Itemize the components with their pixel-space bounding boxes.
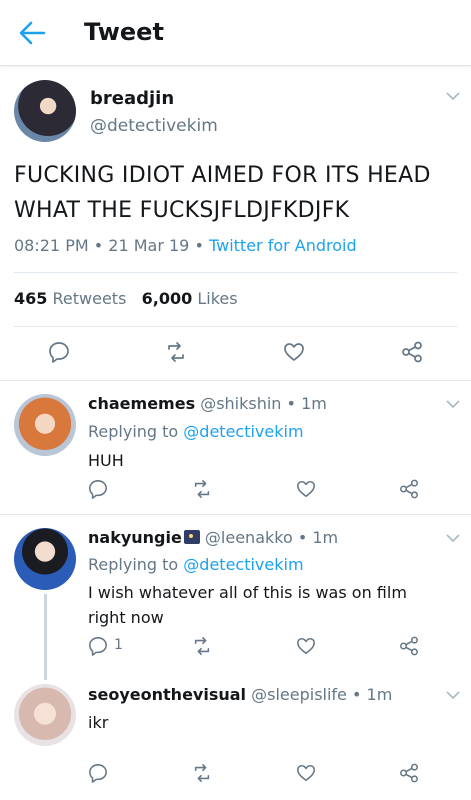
night-sky-emoji-icon [183,530,200,544]
retweet-icon [168,342,184,362]
divider [0,514,471,515]
chevron-down-icon[interactable] [446,400,460,409]
separator: • [352,685,362,704]
page-title: Tweet [84,18,164,46]
share-button[interactable] [399,763,419,783]
heart-icon [297,480,315,498]
tweet-stats: 465 Retweets 6,000 Likes [14,289,238,308]
user-handle[interactable]: @leenakko [205,528,293,547]
retweet-button[interactable] [165,341,187,363]
separator: • [286,394,296,413]
tweet-text: FUCKING IDIOT AIMED FOR ITS HEAD WHAT TH… [14,163,431,223]
divider [0,380,471,381]
chevron-down-icon[interactable] [446,92,460,101]
retweets-count[interactable]: 465 [14,289,47,308]
avatar[interactable] [14,80,76,142]
separator: • [297,528,308,547]
reply-text: HUH [88,451,124,470]
display-name[interactable]: nakyungie [88,528,182,547]
avatar[interactable] [14,684,76,746]
likes-count[interactable]: 6,000 [142,289,193,308]
display-name[interactable]: chaememes [88,394,195,413]
display-name[interactable]: breadjin [90,88,174,109]
reply-button[interactable] [88,636,108,656]
chevron-down-icon[interactable] [446,691,460,700]
retweet-button[interactable] [192,636,212,656]
reply-time: 1m [312,528,339,547]
replying-to-link[interactable]: @detectivekim [183,555,303,574]
avatar[interactable] [14,394,76,456]
tweet-meta: 08:21 PM • 21 Mar 19 • Twitter for Andro… [14,236,357,255]
arrow-left-icon [19,21,46,45]
separator: • [93,236,104,255]
reply-text: ikr [88,713,109,732]
retweets-label[interactable]: Retweets [53,289,127,308]
like-button[interactable] [283,341,305,363]
share-button[interactable] [401,341,423,363]
user-handle[interactable]: @sleepislife [251,685,347,704]
share-button[interactable] [399,636,419,656]
replying-label: Replying to [88,555,179,574]
separator: • [194,236,204,255]
thread-line [44,594,47,680]
user-handle[interactable]: @detectivekim [90,116,218,136]
share-icon [400,763,418,783]
share-icon [400,479,418,499]
divider [14,272,457,273]
reply-header: nakyungie @leenakko • 1m [88,528,338,547]
reply-icon [89,764,107,783]
replying-to: Replying to @detectivekim [88,422,304,441]
reply-button[interactable] [88,479,108,499]
replying-to: Replying to @detectivekim [88,555,304,574]
reply-text: I wish whatever all of this is was on fi… [88,583,407,627]
replying-label: Replying to [88,422,179,441]
retweet-button[interactable] [192,479,212,499]
display-name[interactable]: seoyeonthevisual [88,685,246,704]
retweet-icon [194,637,210,655]
reply-button[interactable] [48,341,70,363]
divider [14,326,457,327]
replying-to-link[interactable]: @detectivekim [183,422,303,441]
retweet-icon [194,480,210,498]
share-icon [402,341,422,363]
tweet-source-link[interactable]: Twitter for Android [209,236,357,255]
reply-header: chaememes @shikshin • 1m [88,394,327,413]
share-button[interactable] [399,479,419,499]
heart-icon [297,764,315,782]
likes-label[interactable]: Likes [197,289,237,308]
reply-icon [89,480,107,499]
reply-button[interactable] [88,763,108,783]
reply-time: 1m [366,685,393,704]
tweet-time: 08:21 PM [14,236,89,255]
reply-time: 1m [301,394,327,413]
tweet-date: 21 Mar 19 [108,236,190,255]
reply-header: seoyeonthevisual @sleepislife • 1m [88,685,392,704]
back-button[interactable] [18,20,46,46]
retweet-icon [194,764,210,782]
reply-icon [49,342,69,363]
chevron-down-icon[interactable] [446,534,460,543]
user-handle[interactable]: @shikshin [200,394,281,413]
top-bar: Tweet [0,0,471,66]
retweet-button[interactable] [192,763,212,783]
like-button[interactable] [296,479,316,499]
like-button[interactable] [296,636,316,656]
reply-icon [89,637,107,656]
avatar[interactable] [14,528,76,590]
reply-count: 1 [114,637,123,653]
share-icon [400,636,418,656]
like-button[interactable] [296,763,316,783]
heart-icon [297,637,315,655]
heart-icon [284,343,304,361]
